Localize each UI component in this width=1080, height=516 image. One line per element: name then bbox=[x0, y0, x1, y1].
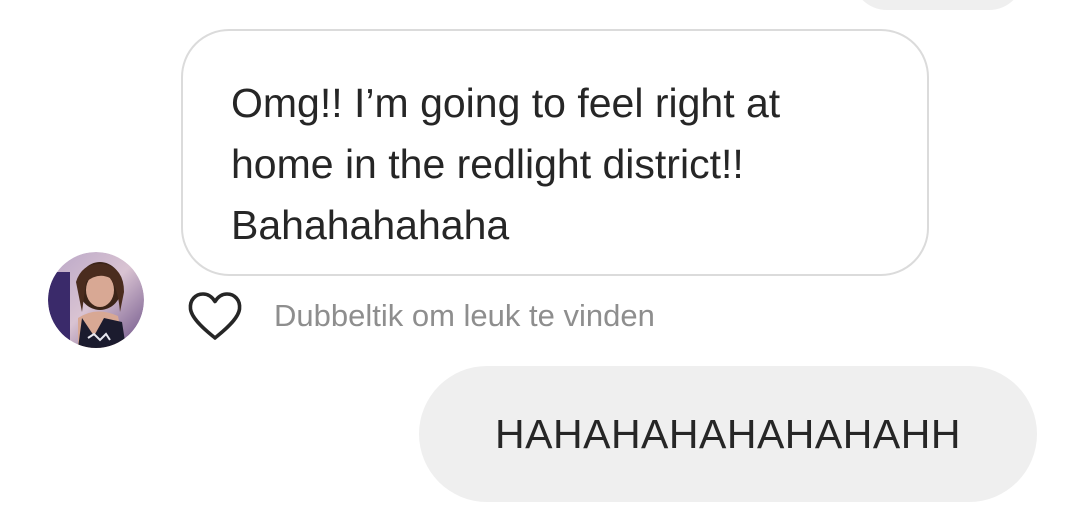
double-tap-like-hint: Dubbeltik om leuk te vinden bbox=[274, 298, 655, 333]
outgoing-message-text: HAHAHAHAHAHAHAHH bbox=[495, 410, 961, 457]
chat-thread: Omg!! I’m going to feel right at home in… bbox=[0, 0, 1080, 516]
previous-message-bubble[interactable] bbox=[852, 0, 1024, 10]
avatar-image bbox=[48, 252, 144, 348]
sender-avatar[interactable] bbox=[48, 252, 144, 348]
incoming-message-bubble[interactable]: Omg!! I’m going to feel right at home in… bbox=[181, 29, 929, 276]
like-row: Dubbeltik om leuk te vinden bbox=[186, 288, 655, 344]
heart-outline-icon[interactable] bbox=[186, 290, 244, 342]
outgoing-message-bubble[interactable]: HAHAHAHAHAHAHAHH bbox=[419, 366, 1037, 502]
incoming-message-text: Omg!! I’m going to feel right at home in… bbox=[231, 80, 781, 248]
